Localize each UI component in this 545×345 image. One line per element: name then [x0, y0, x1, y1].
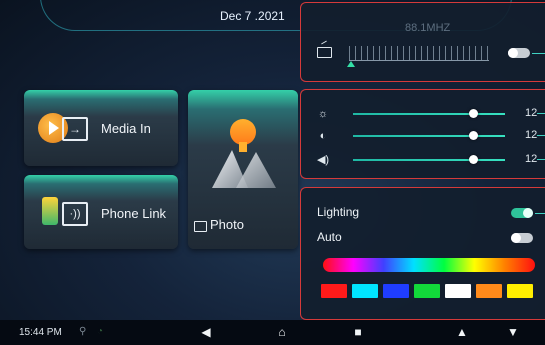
radio-icon — [317, 47, 332, 58]
volume-slider[interactable] — [353, 159, 505, 161]
photo-tile[interactable]: Photo — [188, 90, 298, 249]
phone-link-label: Phone Link — [101, 206, 167, 221]
brightness-row: ☼ 12 — [301, 105, 545, 123]
color-swatch[interactable] — [476, 284, 502, 298]
media-in-label: Media In — [101, 121, 151, 136]
contrast-value: 12 — [525, 129, 538, 141]
radio-toggle[interactable] — [508, 48, 530, 58]
auto-toggle[interactable] — [511, 233, 533, 243]
volume-knob[interactable] — [469, 155, 479, 164]
wifi-icon: ◔ — [97, 326, 104, 337]
tuner-marker[interactable] — [347, 61, 355, 67]
image-icon — [194, 221, 207, 232]
volume-row: ◀) 12 — [301, 151, 545, 169]
color-swatch[interactable] — [383, 284, 409, 298]
volume-value: 12 — [525, 153, 538, 165]
photo-label: Photo — [210, 217, 244, 232]
brightness-value: 12 — [525, 107, 538, 119]
tuner-baseline — [349, 60, 489, 61]
color-swatch[interactable] — [321, 284, 347, 298]
radio-toggle-line — [532, 53, 545, 54]
phone-icon — [42, 197, 58, 225]
date-label: Dec 7 .2021 — [220, 9, 285, 23]
input-arrow-icon: → — [62, 117, 88, 141]
brightness-tail — [537, 113, 545, 114]
color-spectrum-slider[interactable] — [323, 258, 535, 272]
color-swatch[interactable] — [414, 284, 440, 298]
lighting-label: Lighting — [317, 205, 360, 219]
clock: 15:44 PM — [19, 327, 62, 338]
recents-button[interactable]: ■ — [348, 324, 368, 340]
phone-link-tile[interactable]: ·)) Phone Link — [24, 175, 178, 249]
signal-waves-icon: ·)) — [62, 202, 88, 226]
back-button[interactable]: ◀ — [196, 324, 216, 340]
color-swatch[interactable] — [352, 284, 378, 298]
brightness-icon: ☼ — [317, 108, 329, 120]
contrast-icon: ◐ — [319, 130, 327, 142]
auto-label: Auto — [317, 230, 342, 244]
down-button[interactable]: ▼ — [503, 324, 523, 340]
contrast-knob[interactable] — [469, 131, 479, 140]
system-nav-bar: 15:44 PM ⚲ ◔ ◀ ⌂ ■ ▲ ▼ — [0, 320, 545, 345]
color-swatch[interactable] — [507, 284, 533, 298]
home-button[interactable]: ⌂ — [272, 324, 292, 340]
brightness-slider[interactable] — [353, 113, 505, 115]
frequency-readout: 88.1MHZ — [405, 22, 451, 34]
brightness-knob[interactable] — [469, 109, 479, 118]
contrast-tail — [537, 135, 545, 136]
contrast-slider[interactable] — [353, 135, 505, 137]
color-swatch[interactable] — [445, 284, 471, 298]
media-in-tile[interactable]: → Media In — [24, 90, 178, 166]
photo-landscape-icon — [212, 119, 276, 188]
lighting-panel: Lighting Auto — [300, 187, 545, 320]
volume-icon: ◀) — [316, 154, 330, 166]
volume-tail — [537, 159, 545, 160]
radio-panel: 88.1MHZ — [300, 2, 545, 82]
up-button[interactable]: ▲ — [452, 324, 472, 340]
lighting-toggle[interactable] — [511, 208, 533, 218]
lighting-toggle-line — [535, 213, 545, 214]
usb-icon: ⚲ — [79, 326, 87, 337]
tuner-scale[interactable] — [349, 46, 489, 60]
adjustment-panel: ☼ 12 ◐ 12 ◀) 12 — [300, 89, 545, 179]
contrast-row: ◐ 12 — [301, 127, 545, 145]
